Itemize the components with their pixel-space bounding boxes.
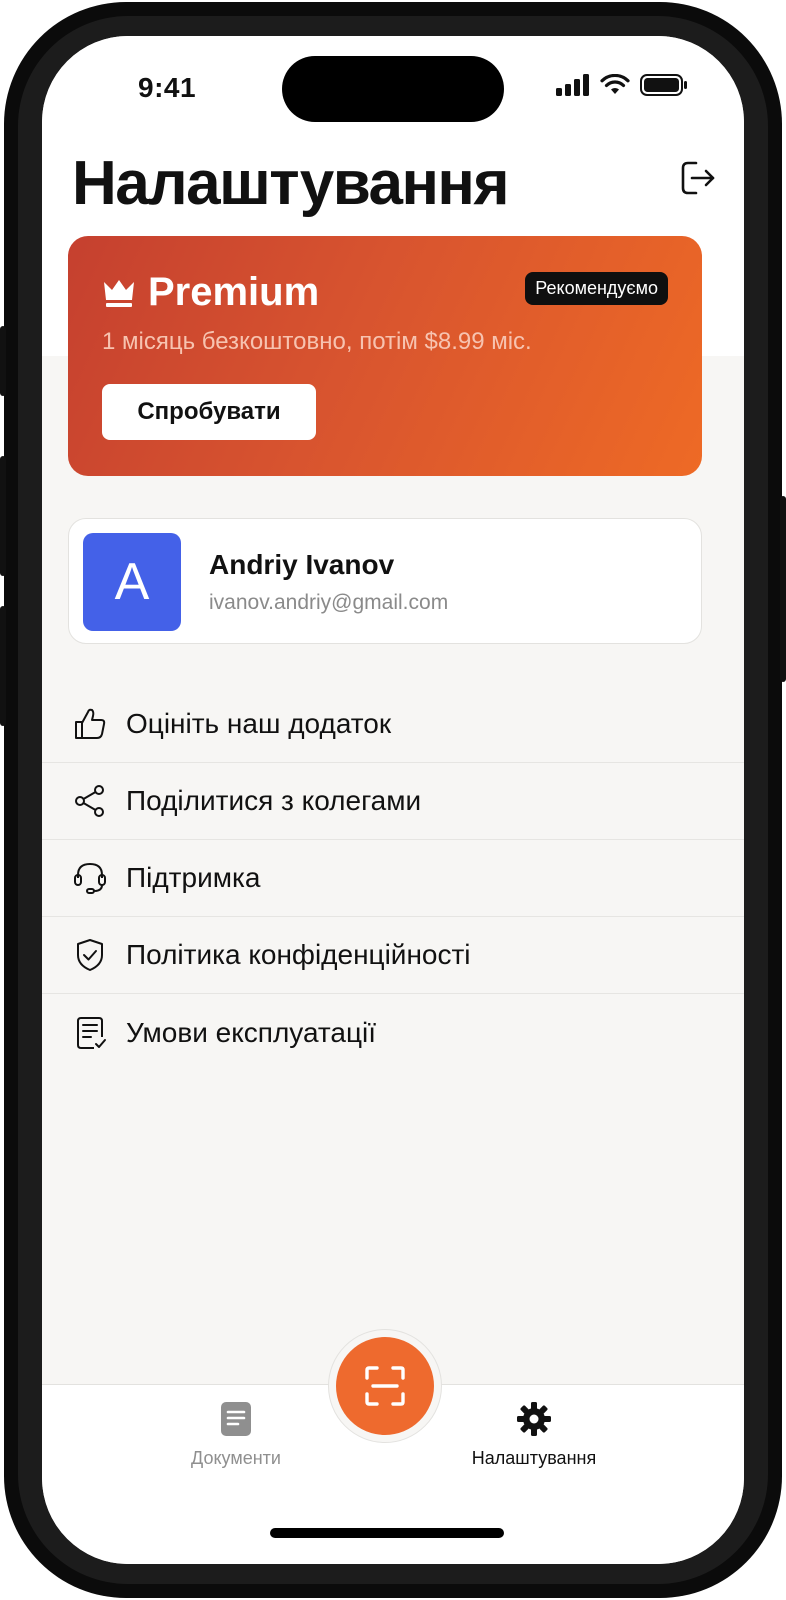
premium-card[interactable]: Premium Рекомендуємо 1 місяць безкоштовн… <box>68 236 702 476</box>
side-button <box>780 496 786 682</box>
status-time: 9:41 <box>138 72 197 103</box>
page-title: Налаштування <box>72 149 510 218</box>
home-indicator <box>270 1528 504 1538</box>
menu-item-share[interactable]: Поділитися з колегами <box>42 763 744 840</box>
crown-icon <box>104 279 134 307</box>
side-button <box>0 606 6 726</box>
tab-documents-label: Документи <box>191 1448 281 1468</box>
thumbs-up-icon <box>72 706 108 742</box>
menu-item-support[interactable]: Підтримка <box>42 840 744 917</box>
profile-name: Andriy Ivanov <box>209 549 395 580</box>
profile-email: ivanov.andriy@gmail.com <box>209 591 449 614</box>
tab-bar: Документи Налаштування <box>42 1329 744 1564</box>
menu-item-label: Умови експлуатації <box>126 1016 377 1048</box>
dynamic-island <box>282 56 504 122</box>
try-premium-button[interactable]: Спробувати <box>102 384 316 440</box>
logout-button[interactable] <box>678 158 718 198</box>
gear-icon <box>517 1402 551 1436</box>
wifi-icon <box>600 74 630 94</box>
battery-icon <box>640 74 687 96</box>
premium-title-text: Premium <box>148 270 320 314</box>
shield-check-icon <box>72 937 108 973</box>
menu-item-terms[interactable]: Умови експлуатації <box>42 994 744 1071</box>
tab-settings[interactable]: Налаштування <box>434 1401 634 1469</box>
document-check-icon <box>72 1015 108 1051</box>
premium-subtitle: 1 місяць безкоштовно, потім $8.99 міс. <box>102 328 532 355</box>
logout-icon <box>681 161 715 195</box>
avatar: A <box>83 533 181 631</box>
tab-documents[interactable]: Документи <box>136 1401 336 1469</box>
side-button <box>0 326 6 396</box>
signal-icon <box>556 74 589 96</box>
menu-item-rate-app[interactable]: Оцініть наш додаток <box>42 686 744 763</box>
scan-icon <box>365 1366 405 1406</box>
scan-button[interactable] <box>336 1337 434 1435</box>
menu-item-label: Поділитися з колегами <box>126 785 422 816</box>
recommended-badge: Рекомендуємо <box>525 272 668 305</box>
premium-title: Premium <box>102 270 319 315</box>
headset-icon <box>72 860 108 896</box>
screen: 9:41 Налаштування Premium Рекомендуємо 1… <box>42 36 744 1564</box>
settings-menu: Оцініть наш додаток Поділитися з колегам… <box>42 686 744 1071</box>
profile-card[interactable]: A Andriy Ivanov ivanov.andriy@gmail.com <box>68 518 702 644</box>
share-icon <box>72 783 108 819</box>
menu-item-label: Політика конфіденційності <box>126 939 471 970</box>
document-icon <box>221 1402 251 1436</box>
tab-settings-label: Налаштування <box>471 1448 597 1468</box>
menu-item-privacy[interactable]: Політика конфіденційності <box>42 917 744 994</box>
side-button <box>0 456 6 576</box>
menu-item-label: Підтримка <box>126 862 261 893</box>
status-icons <box>556 74 688 96</box>
menu-item-label: Оцініть наш додаток <box>126 708 392 739</box>
